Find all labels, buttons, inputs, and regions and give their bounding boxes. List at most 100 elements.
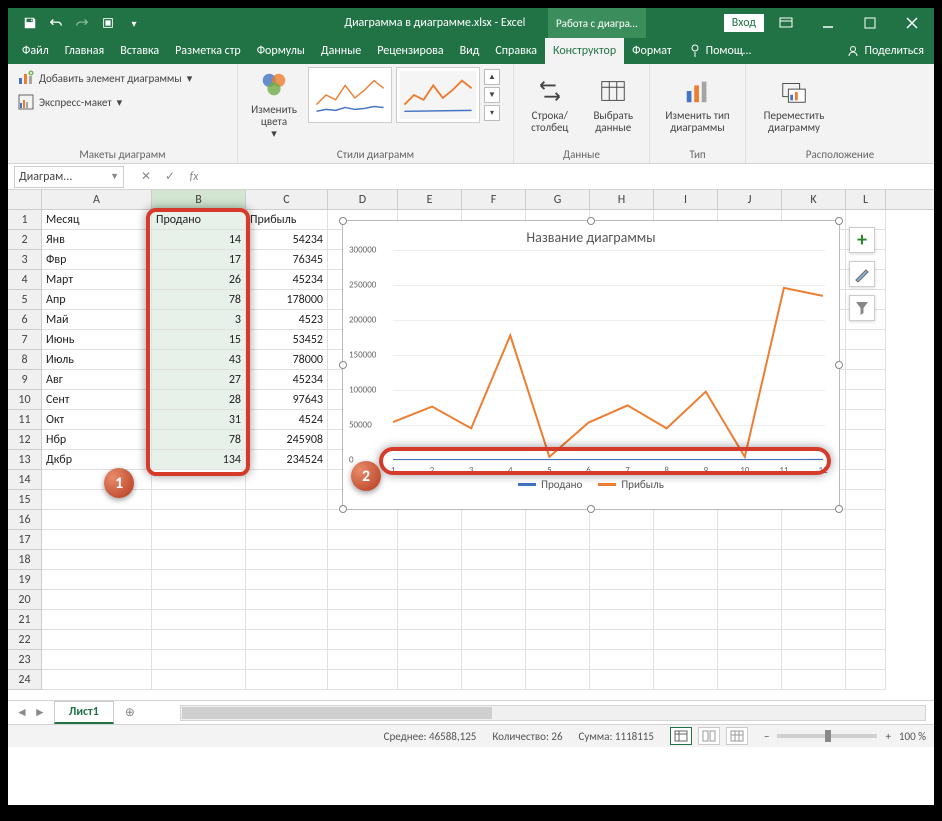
style-more-icon[interactable]: ▾: [484, 105, 500, 121]
cell[interactable]: 27: [152, 370, 246, 390]
row-header[interactable]: 9: [8, 370, 42, 390]
cell[interactable]: [152, 630, 246, 650]
cell[interactable]: [152, 670, 246, 690]
cell[interactable]: Продано: [152, 210, 246, 230]
row-header[interactable]: 10: [8, 390, 42, 410]
cell[interactable]: Май: [42, 310, 152, 330]
cell[interactable]: [462, 530, 526, 550]
row-header[interactable]: 4: [8, 270, 42, 290]
cell[interactable]: [526, 610, 590, 630]
cell[interactable]: Авг: [42, 370, 152, 390]
change-chart-type-button[interactable]: Изменить тип диаграммы: [656, 67, 739, 143]
tab-formulas[interactable]: Формулы: [249, 38, 313, 64]
cell[interactable]: [846, 430, 886, 450]
enter-formula-icon[interactable]: ✓: [160, 169, 180, 184]
add-chart-element-button[interactable]: Добавить элемент диаграммы ▾: [14, 67, 196, 89]
cell[interactable]: [152, 510, 246, 530]
cancel-formula-icon[interactable]: ✕: [136, 169, 156, 184]
tab-file[interactable]: Файл: [14, 38, 57, 64]
move-chart-button[interactable]: Переместить диаграмму: [752, 67, 836, 143]
cell[interactable]: 43: [152, 350, 246, 370]
row-header[interactable]: 23: [8, 650, 42, 670]
select-data-button[interactable]: Выбрать данные: [584, 67, 644, 143]
cell[interactable]: 31: [152, 410, 246, 430]
cell[interactable]: [152, 530, 246, 550]
cell[interactable]: Сент: [42, 390, 152, 410]
cell[interactable]: [590, 670, 654, 690]
col-header[interactable]: A: [42, 190, 152, 209]
row-header[interactable]: 5: [8, 290, 42, 310]
cell[interactable]: Июль: [42, 350, 152, 370]
cell[interactable]: [718, 570, 782, 590]
cell[interactable]: [462, 510, 526, 530]
cell[interactable]: [654, 510, 718, 530]
row-header[interactable]: 22: [8, 630, 42, 650]
view-normal-icon[interactable]: [670, 727, 692, 745]
cell[interactable]: [526, 530, 590, 550]
share-button[interactable]: Поделиться: [836, 38, 934, 64]
cell[interactable]: [42, 570, 152, 590]
cell[interactable]: [462, 570, 526, 590]
close-icon[interactable]: [892, 9, 932, 37]
cell[interactable]: [246, 490, 328, 510]
style-down-icon[interactable]: ▼: [484, 87, 500, 103]
row-header[interactable]: 19: [8, 570, 42, 590]
cell[interactable]: [782, 670, 846, 690]
cell[interactable]: [846, 330, 886, 350]
zoom-out-icon[interactable]: −: [764, 730, 769, 743]
cell[interactable]: [152, 490, 246, 510]
cell[interactable]: [152, 650, 246, 670]
cell[interactable]: [328, 670, 398, 690]
row-header[interactable]: 7: [8, 330, 42, 350]
cell[interactable]: [846, 490, 886, 510]
row-header[interactable]: 16: [8, 510, 42, 530]
cell[interactable]: [246, 670, 328, 690]
cell[interactable]: [846, 470, 886, 490]
cell[interactable]: [654, 570, 718, 590]
cell[interactable]: 53452: [246, 330, 328, 350]
cell[interactable]: [590, 510, 654, 530]
cell[interactable]: [152, 610, 246, 630]
chart-plot-area[interactable]: 0500001000001500002000002500003000001234…: [393, 250, 825, 460]
cell[interactable]: [782, 530, 846, 550]
redo-icon[interactable]: [70, 11, 94, 35]
zoom-in-icon[interactable]: +: [885, 730, 890, 743]
chart-elements-icon[interactable]: +: [849, 227, 875, 253]
cell[interactable]: 14: [152, 230, 246, 250]
cell[interactable]: [42, 550, 152, 570]
row-header[interactable]: 15: [8, 490, 42, 510]
cell[interactable]: [42, 630, 152, 650]
cell[interactable]: 78000: [246, 350, 328, 370]
cell[interactable]: [590, 610, 654, 630]
cell[interactable]: [654, 590, 718, 610]
cell[interactable]: [398, 650, 462, 670]
cell[interactable]: [42, 490, 152, 510]
undo-icon[interactable]: [44, 11, 68, 35]
cell[interactable]: [246, 550, 328, 570]
cell[interactable]: [246, 570, 328, 590]
cell[interactable]: [718, 590, 782, 610]
cell[interactable]: [718, 530, 782, 550]
row-header[interactable]: 12: [8, 430, 42, 450]
cell[interactable]: Окт: [42, 410, 152, 430]
cell[interactable]: 78: [152, 290, 246, 310]
cell[interactable]: 54234: [246, 230, 328, 250]
cell[interactable]: 15: [152, 330, 246, 350]
cell[interactable]: [398, 670, 462, 690]
cell[interactable]: Июнь: [42, 330, 152, 350]
cell[interactable]: Дкбр: [42, 450, 152, 470]
tab-format[interactable]: Формат: [624, 38, 679, 64]
cell[interactable]: [846, 550, 886, 570]
cell[interactable]: 234524: [246, 450, 328, 470]
cell[interactable]: 78: [152, 430, 246, 450]
cell[interactable]: Месяц: [42, 210, 152, 230]
cell[interactable]: 4524: [246, 410, 328, 430]
cell[interactable]: [398, 570, 462, 590]
cell[interactable]: [42, 610, 152, 630]
cell[interactable]: [462, 550, 526, 570]
chart-filters-icon[interactable]: [849, 295, 875, 321]
col-header[interactable]: I: [654, 190, 718, 209]
cell[interactable]: [782, 570, 846, 590]
cell[interactable]: [42, 530, 152, 550]
cell[interactable]: [654, 650, 718, 670]
